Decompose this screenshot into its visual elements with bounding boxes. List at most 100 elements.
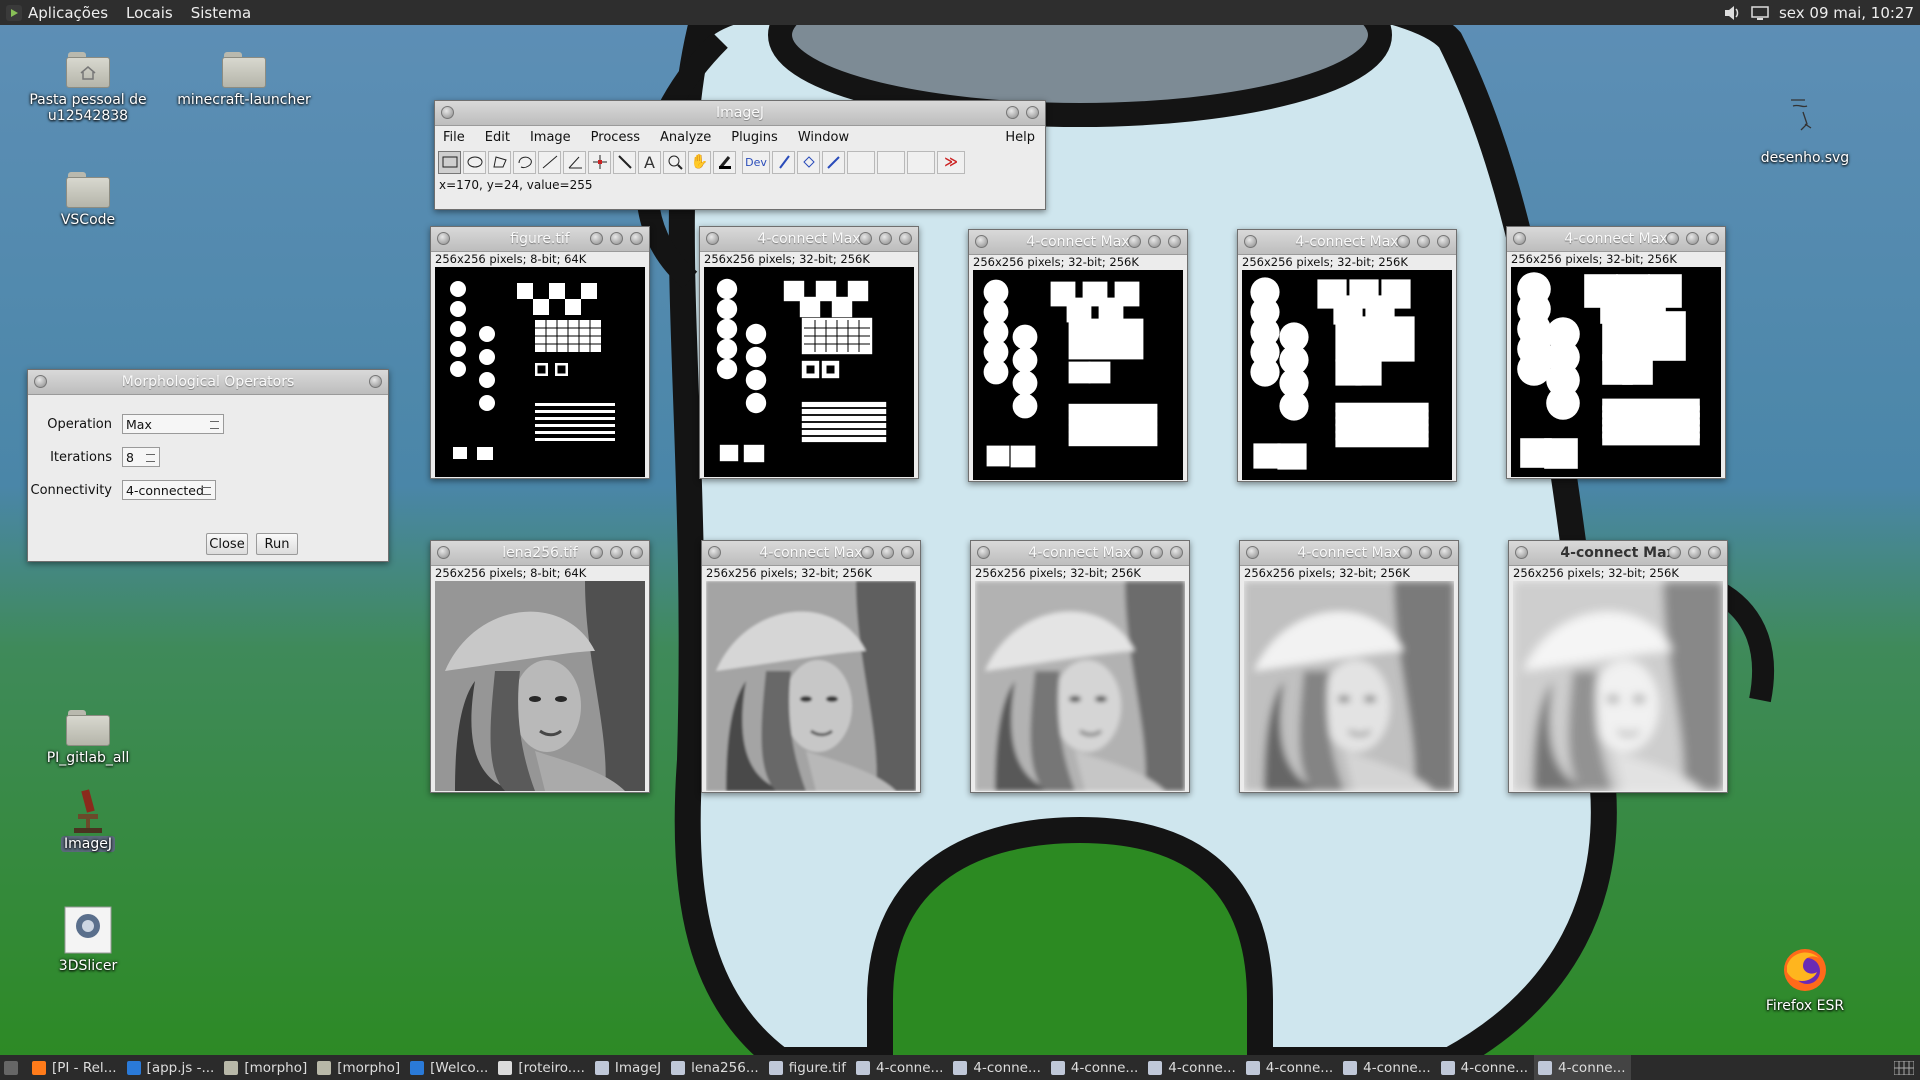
image-canvas[interactable] [1242,270,1452,480]
minimize-icon[interactable] [1666,232,1679,245]
image-canvas[interactable] [973,270,1183,480]
oval-tool-icon[interactable] [463,150,486,174]
close-icon[interactable] [1168,235,1181,248]
image-window[interactable]: figure.tif 256x256 pixels; 8-bit; 64K [430,226,650,479]
image-window[interactable]: 4-connect Max 256x256 pixels; 32-bit; 256… [968,229,1188,482]
menu-file[interactable]: File [443,130,465,145]
taskbar-item[interactable]: 4-conne... [1534,1055,1632,1080]
maximize-icon[interactable] [610,546,623,559]
network-icon[interactable] [1751,5,1769,21]
maximize-icon[interactable] [1419,546,1432,559]
desktop-icon-desenho[interactable]: desenho.svg [1735,92,1875,166]
freehand-tool-icon[interactable] [513,150,536,174]
workspace-switcher-icon[interactable] [1890,1055,1920,1080]
close-icon[interactable] [630,232,643,245]
imagej-titlebar[interactable]: ImageJ [435,101,1045,126]
taskbar-item[interactable]: [morpho] [220,1055,313,1080]
more-tools-icon[interactable]: ≫ [937,150,965,174]
close-icon[interactable] [630,546,643,559]
maximize-icon[interactable] [1686,232,1699,245]
point-tool-icon[interactable] [588,150,611,174]
menu-analyze[interactable]: Analyze [660,130,711,145]
close-icon[interactable] [1439,546,1452,559]
image-canvas[interactable] [435,267,645,477]
image-window-titlebar[interactable]: 4-connect Max [969,230,1187,255]
image-window-titlebar[interactable]: lena256.tif [431,541,649,566]
taskbar-item[interactable]: 4-conne... [1437,1055,1534,1080]
menu-help[interactable]: Help [1005,130,1035,145]
rectangle-tool-icon[interactable] [438,150,461,174]
image-canvas[interactable] [435,581,645,791]
dialog-titlebar[interactable]: Morphological Operators [28,370,388,395]
image-window-titlebar[interactable]: 4-connect Max [971,541,1189,566]
image-window-titlebar[interactable]: 4-connect Max [1240,541,1458,566]
minimize-icon[interactable] [1006,106,1019,119]
color-picker-icon[interactable] [713,150,736,174]
maximize-icon[interactable] [1150,546,1163,559]
image-canvas[interactable] [1511,267,1721,477]
pipette-icon[interactable] [822,150,845,174]
connectivity-select[interactable]: 4-connected [122,480,216,500]
close-icon[interactable] [899,232,912,245]
menu-plugins[interactable]: Plugins [731,130,778,145]
window-menu-icon[interactable] [1515,546,1528,559]
image-canvas[interactable] [1244,581,1454,791]
window-menu-icon[interactable] [708,546,721,559]
menu-logo-icon[interactable] [6,4,22,21]
close-icon[interactable] [369,375,382,388]
image-window[interactable]: lena256.tif 256x256 pixels; 8-bit; 64K [430,540,650,793]
text-tool-icon[interactable]: A [638,150,661,174]
clock[interactable]: sex 09 mai, 10:27 [1779,4,1914,22]
maximize-icon[interactable] [610,232,623,245]
image-window[interactable]: 4-connect Max 256x256 pixels; 32-bit; 256… [699,226,919,479]
menu-system[interactable]: Sistema [191,4,251,22]
taskbar-item[interactable]: 4-conne... [852,1055,949,1080]
run-button[interactable]: Run [256,533,298,555]
maximize-icon[interactable] [1148,235,1161,248]
image-window-titlebar[interactable]: 4-connect Max [700,227,918,252]
minimize-icon[interactable] [1668,546,1681,559]
maximize-icon[interactable] [1417,235,1430,248]
paintbrush-icon[interactable] [772,150,795,174]
menu-applications[interactable]: Aplicações [28,4,108,22]
taskbar-item[interactable]: 4-conne... [1242,1055,1339,1080]
image-window[interactable]: 4-connect Max 256x256 pixels; 32-bit; 256… [1506,226,1726,479]
image-window-titlebar[interactable]: 4-connect Max [1238,230,1456,255]
minimize-icon[interactable] [1128,235,1141,248]
image-canvas[interactable] [704,267,914,477]
desktop-icon-firefox[interactable]: Firefox ESR [1735,946,1875,1014]
desktop-icon-pi-gitlab[interactable]: PI_gitlab_all [18,710,158,766]
close-icon[interactable] [1708,546,1721,559]
polygon-tool-icon[interactable] [488,150,511,174]
menu-image[interactable]: Image [530,130,571,145]
desktop-icon-imagej[interactable]: ImageJ [18,786,158,852]
window-menu-icon[interactable] [1246,546,1259,559]
image-window-titlebar[interactable]: figure.tif [431,227,649,252]
window-menu-icon[interactable] [437,232,450,245]
image-canvas[interactable] [706,581,916,791]
taskbar-item[interactable]: [app.js -... [123,1055,221,1080]
image-window[interactable]: 4-connect Max 256x256 pixels; 32-bit; 256… [1239,540,1459,793]
taskbar-item[interactable]: [Welco... [406,1055,494,1080]
image-window-titlebar[interactable]: 4-connect Max [1507,227,1725,252]
window-menu-icon[interactable] [437,546,450,559]
close-icon[interactable] [1706,232,1719,245]
minimize-icon[interactable] [861,546,874,559]
line-tool-icon[interactable] [538,150,561,174]
wand-tool-icon[interactable] [613,150,636,174]
image-canvas[interactable] [975,581,1185,791]
taskbar-item[interactable]: figure.tif [765,1055,852,1080]
show-desktop-icon[interactable] [0,1055,28,1080]
window-menu-icon[interactable] [1244,235,1257,248]
menu-window[interactable]: Window [798,130,849,145]
operation-select[interactable]: Max [122,414,224,434]
menu-process[interactable]: Process [591,130,640,145]
minimize-icon[interactable] [859,232,872,245]
minimize-icon[interactable] [590,546,603,559]
menu-edit[interactable]: Edit [485,130,510,145]
taskbar-item[interactable]: [PI - Rel... [28,1055,123,1080]
close-button[interactable]: Close [206,533,248,555]
image-window[interactable]: 4-connect Max 256x256 pixels; 32-bit; 256… [970,540,1190,793]
window-menu-icon[interactable] [1513,232,1526,245]
taskbar-item[interactable]: [morpho] [313,1055,406,1080]
